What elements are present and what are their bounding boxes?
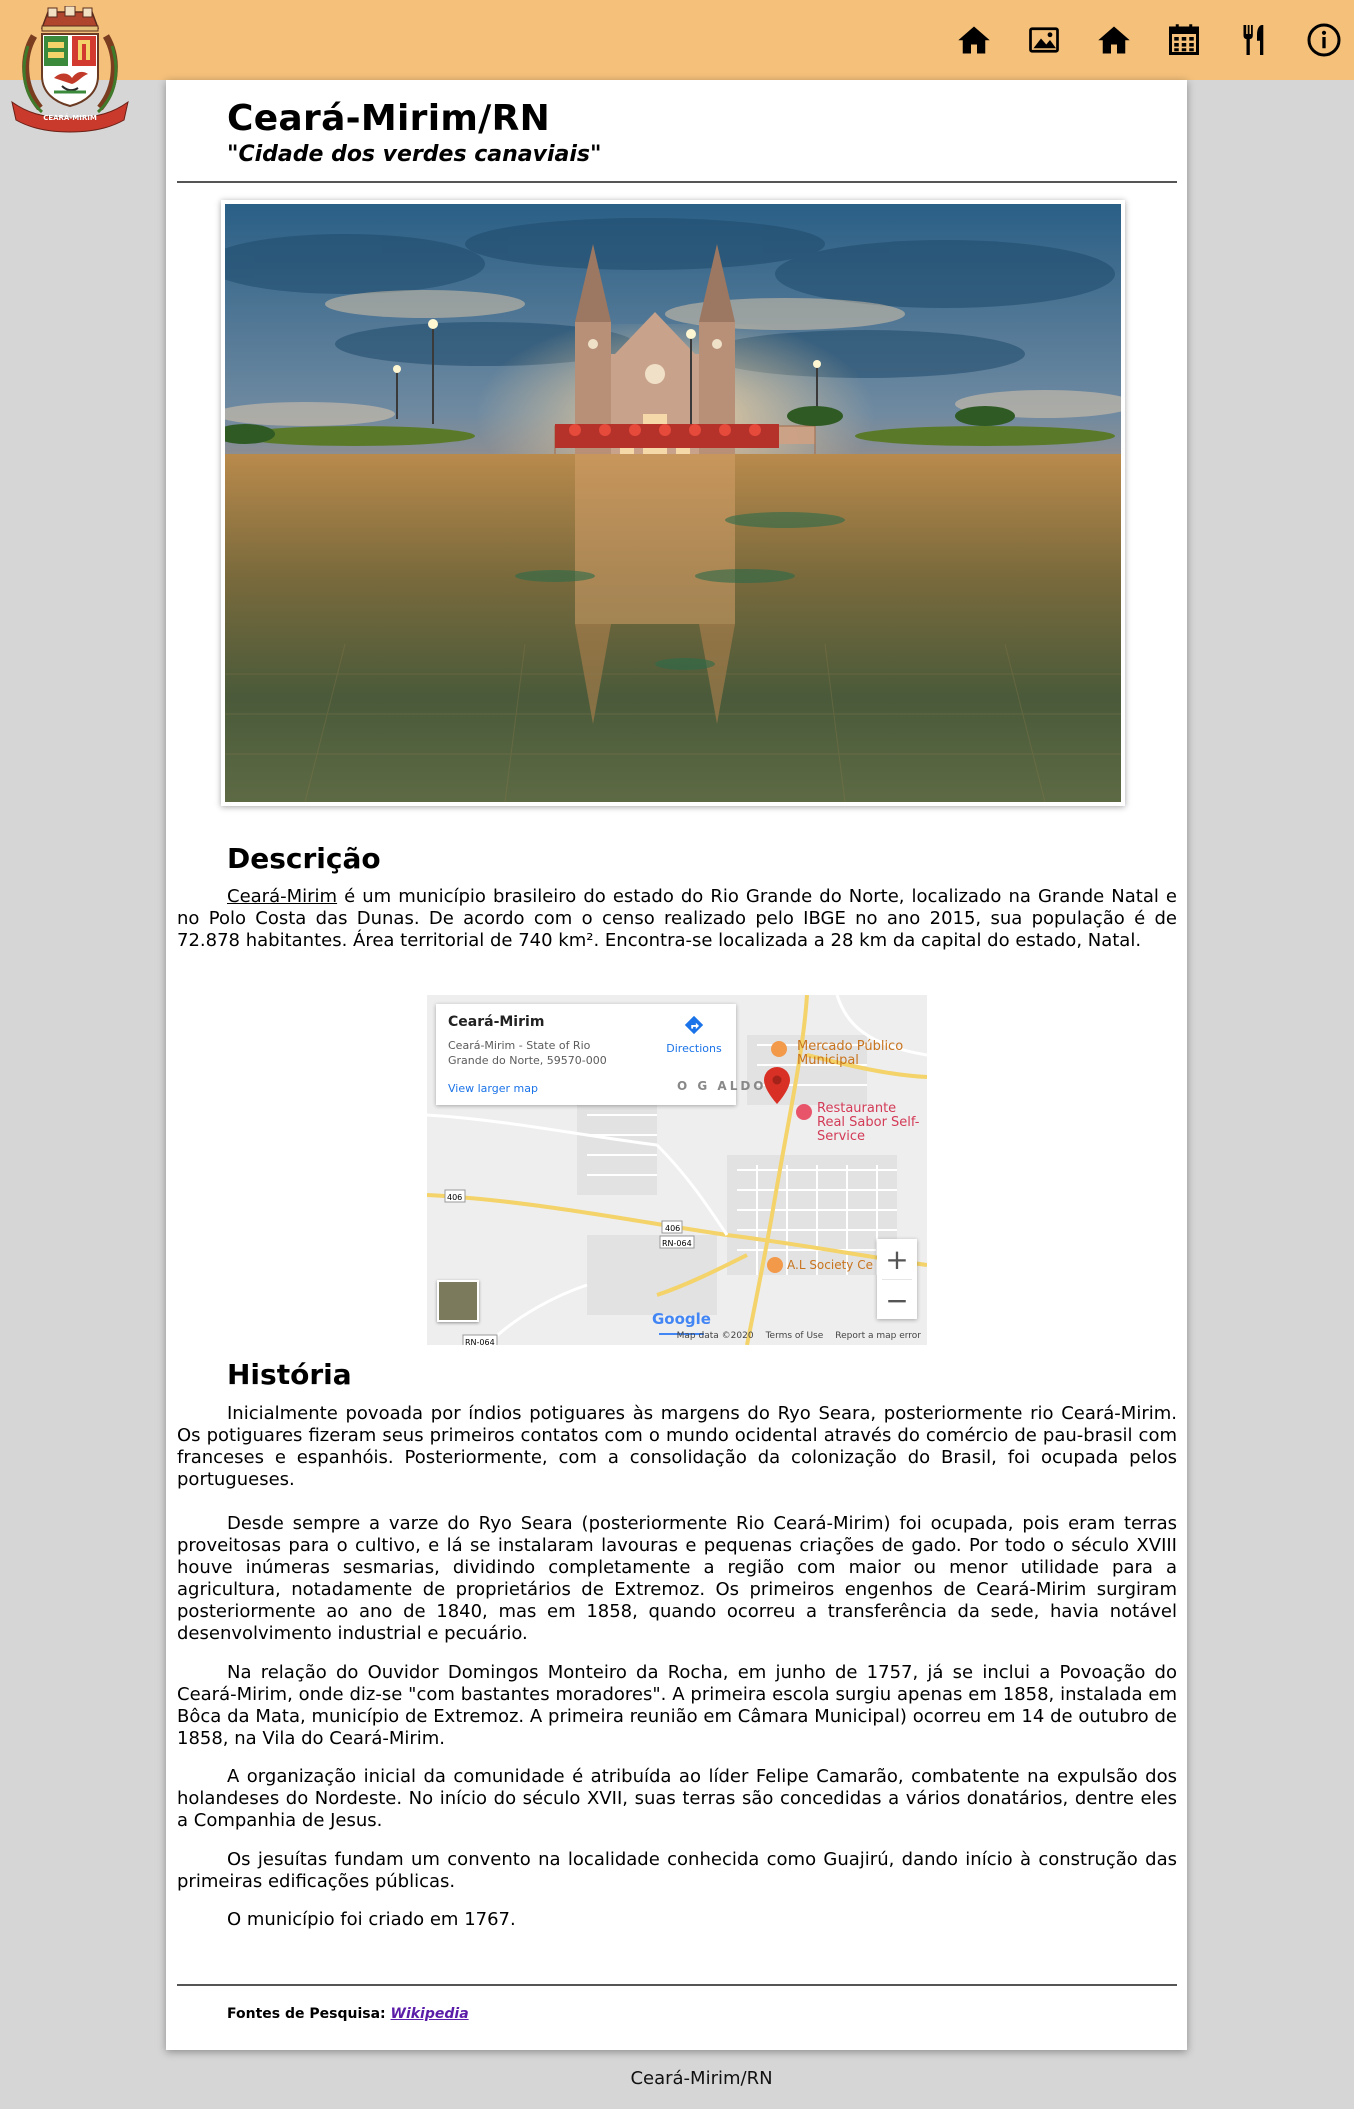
sources-label: Fontes de Pesquisa: (227, 2006, 386, 2022)
terms-of-use-link[interactable]: Terms of Use (766, 1331, 824, 1341)
map-place-name: Ceará-Mirim (448, 1014, 545, 1030)
map-place-address: Ceará-Mirim - State of Rio Grande do Nor… (448, 1039, 607, 1067)
road-badge-rn064-b: RN-064 (465, 1338, 495, 1345)
footer-site-name: Ceará-Mirim/RN (630, 2068, 773, 2089)
church-photo (225, 204, 1121, 802)
society-poi-icon[interactable] (767, 1257, 783, 1273)
gallery-icon (1029, 27, 1059, 53)
coat-of-arms-icon: CEARÁ-MIRIM (11, 5, 129, 133)
page-title: Ceará-Mirim/RN (227, 98, 551, 139)
restaurant-icon (1243, 25, 1264, 55)
footer-divider (177, 1984, 1177, 1986)
zoom-in-button[interactable]: + (877, 1239, 917, 1279)
historia-paragraph-3: Na relação do Ouvidor Domingos Monteiro … (177, 1662, 1177, 1749)
info-icon (1307, 23, 1341, 57)
descricao-paragraph: Ceará-Mirim é um município brasileiro do… (177, 886, 1177, 952)
home-icon (958, 26, 990, 54)
sources-line: Fontes de Pesquisa: Wikipedia (227, 2006, 469, 2022)
nav-gallery-button[interactable] (1022, 18, 1066, 62)
church-photo-frame (221, 200, 1125, 806)
city-coat-of-arms-logo[interactable]: CEARÁ-MIRIM (8, 5, 132, 134)
road-badge-406: 406 (447, 1193, 463, 1202)
map-data-label: Map data ©2020 (676, 1331, 754, 1341)
embedded-map[interactable]: Ceará-Mirim Ceará-Mirim - State of Rio G… (427, 995, 927, 1345)
directions-button[interactable]: Directions (664, 1014, 724, 1055)
directions-icon (684, 1015, 704, 1035)
nav-restaurant-button[interactable] (1232, 18, 1276, 62)
historia-paragraph-6: O município foi criado em 1767. (227, 1909, 516, 1930)
poi-society-label[interactable]: A.L Society Ce (787, 1258, 873, 1272)
restaurant-poi-icon[interactable] (796, 1104, 812, 1120)
google-logo: Google (652, 1310, 711, 1328)
historia-paragraph-4: A organização inicial da comunidade é at… (177, 1766, 1177, 1831)
zoom-out-button[interactable]: − (877, 1280, 917, 1320)
map-attribution: Map data ©2020 Terms of Use Report a map… (677, 1331, 921, 1341)
logo-ribbon-text: CEARÁ-MIRIM (43, 113, 97, 122)
wikipedia-link[interactable]: Wikipedia (391, 2006, 469, 2022)
view-larger-map-link[interactable]: View larger map (448, 1082, 538, 1095)
section-heading-descricao: Descrição (227, 842, 381, 875)
nav-calendar-button[interactable] (1162, 18, 1206, 62)
section-heading-historia: História (227, 1358, 352, 1391)
satellite-toggle-button[interactable] (437, 1280, 479, 1322)
main-content: Ceará-Mirim/RN "Cidade dos verdes canavi… (166, 80, 1187, 2050)
directions-label: Directions (666, 1042, 722, 1055)
page-subtitle: "Cidade dos verdes canaviais" (227, 142, 602, 167)
top-bar (0, 0, 1354, 80)
road-badge-406-b: 406 (665, 1224, 681, 1233)
zoom-controls: + − (877, 1239, 917, 1319)
ceara-mirim-link[interactable]: Ceará-Mirim (227, 886, 337, 907)
home-icon (1098, 26, 1130, 54)
header-divider (177, 181, 1177, 183)
historia-paragraph-2: Desde sempre a varze do Ryo Seara (poste… (177, 1513, 1177, 1644)
nav-bar (952, 18, 1346, 62)
historia-paragraph-1: Inicialmente povoada por índios potiguar… (177, 1403, 1177, 1490)
historia-paragraph-5: Os jesuítas fundam um convento na locali… (177, 1849, 1177, 1892)
poi-restaurante-label[interactable]: Restaurante Real Sabor Self-Service (817, 1102, 927, 1144)
nav-home-alt-button[interactable] (1092, 18, 1136, 62)
map-neighborhood-label: O G ALDO (677, 1079, 767, 1093)
nav-home-button[interactable] (952, 18, 996, 62)
google-logo-text: Google (652, 1310, 711, 1328)
report-map-error-link[interactable]: Report a map error (835, 1331, 921, 1341)
calendar-icon (1169, 24, 1199, 55)
nav-info-button[interactable] (1302, 18, 1346, 62)
market-poi-icon[interactable] (771, 1041, 787, 1057)
road-badge-rn064: RN-064 (662, 1239, 692, 1248)
poi-mercado-label[interactable]: Mercado Público Municipal (797, 1040, 927, 1068)
